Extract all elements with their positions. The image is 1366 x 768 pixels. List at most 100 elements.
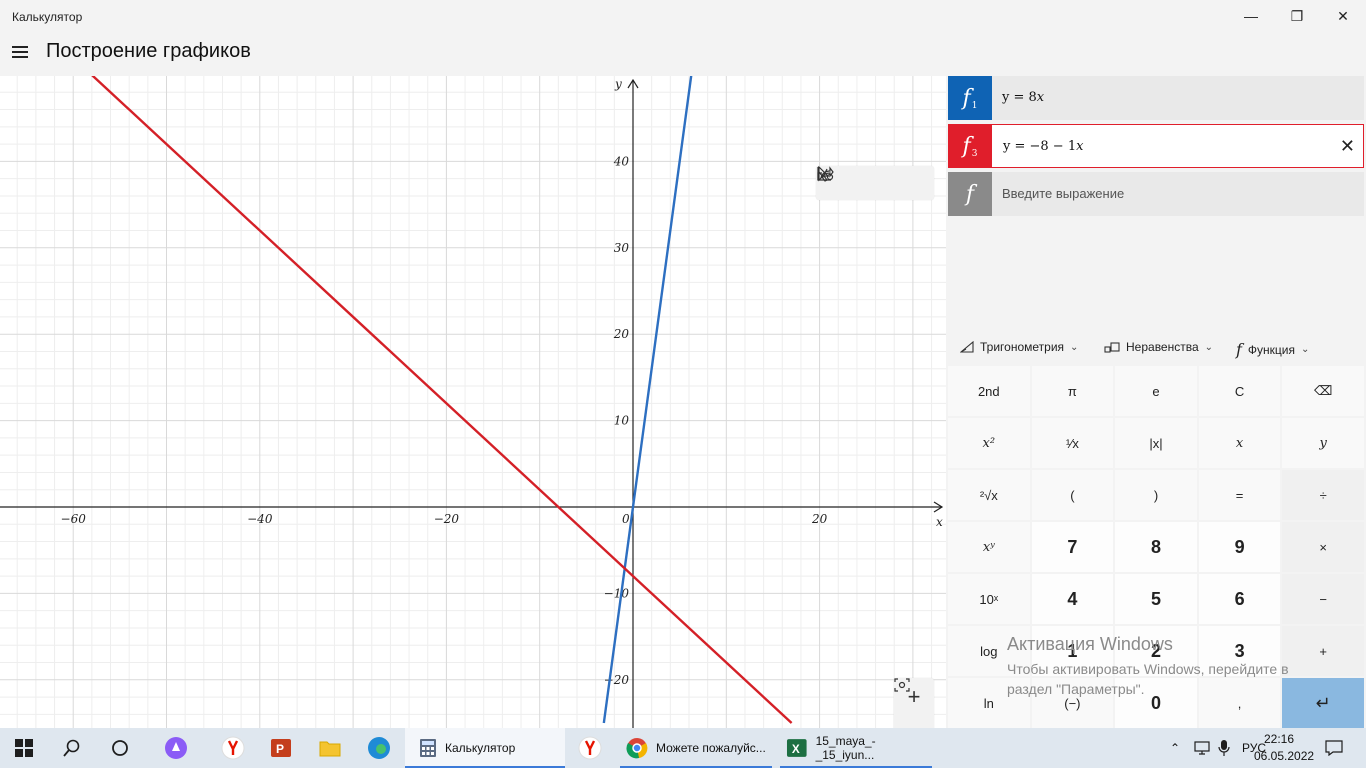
digit-2-key[interactable]: 2 [1115,626,1197,676]
decimal-key[interactable]: , [1198,678,1281,728]
variable-y-key[interactable]: y [1282,418,1364,468]
show-hidden-icons-chevron-up-icon[interactable]: ⌃ [1166,741,1184,755]
y-tick-label: −20 [604,673,630,687]
pi-key[interactable]: π [1031,366,1114,416]
zoom-out-button[interactable]: − [896,718,932,728]
clock-date: 06.05.2022 [1254,749,1315,763]
notifications-icon[interactable] [1320,734,1348,762]
function-row-f3[interactable]: f3 y = −8 − 1x ✕ [948,124,1364,168]
function-row-new[interactable]: f Введите выражение [948,172,1364,216]
function-line-f1 [602,76,693,724]
yandex-browser-icon[interactable] [219,734,247,762]
yandex-browser-icon[interactable] [576,734,604,762]
function-line-f3 [91,76,793,724]
digit-7-key[interactable]: 7 [1031,522,1114,572]
digit-6-key[interactable]: 6 [1198,574,1281,624]
euler-key[interactable]: e [1115,366,1197,416]
clock-time: 22:16 [1263,732,1295,746]
function-label: Функция [1247,342,1295,357]
restore-button[interactable]: ❐ [1274,0,1320,32]
subtract-key[interactable]: − [1282,574,1364,624]
digit-9-key[interactable]: 9 [1198,522,1281,572]
y-tick-label: −10 [604,586,630,600]
microphone-icon[interactable] [1218,739,1230,757]
backspace-icon[interactable]: ⌫ [1282,366,1364,416]
function-row-f1[interactable]: f1 y = 8x [948,76,1364,120]
digit-1-key[interactable]: 1 [1031,626,1114,676]
power-key[interactable]: xʸ [948,522,1030,572]
digit-5-key[interactable]: 5 [1115,574,1197,624]
chevron-down-icon: ⌄ [1204,341,1214,353]
task-view-icon[interactable] [106,734,134,762]
graph-toolbar [816,166,934,200]
divide-key[interactable]: ÷ [1282,470,1364,520]
equals-key[interactable]: = [1198,470,1281,520]
function-badge-index: 1 [971,101,978,111]
ln-key[interactable]: ln [948,678,1030,728]
function-badge-letter: f [962,133,971,159]
graph-settings-icon[interactable] [817,167,931,198]
close-button[interactable]: ✕ [1320,0,1366,32]
functions-panel: f1 y = 8x f3 y = −8 − 1x ✕ f Введите выр… [946,76,1366,728]
digit-3-key[interactable]: 3 [1198,626,1281,676]
log-key[interactable]: log [948,626,1030,676]
add-key[interactable]: + [1282,626,1364,676]
inequalities-menu[interactable]: Неравенства ⌄ [1104,340,1213,354]
root-key[interactable]: ²√x [948,470,1030,520]
second-function-key[interactable]: 2nd [948,366,1030,416]
network-icon[interactable] [1194,740,1210,756]
minimize-button[interactable]: — [1228,0,1274,32]
taskbar-app-label: Можете пожалуйс... [656,741,766,755]
function-menu[interactable]: f Функция ⌄ [1236,340,1309,359]
graph-canvas[interactable]: −60 −40 −20 0 20 40 30 20 10 −10 −20 x y + − [0,76,946,728]
alice-assistant-icon[interactable] [162,734,190,762]
inequalities-label: Неравенства [1126,340,1199,354]
open-paren-key[interactable]: ( [1031,470,1114,520]
taskbar-app-chrome[interactable]: Можете пожалуйс... [620,728,772,768]
function-icon: f [1236,340,1242,359]
function-color-badge[interactable]: f3 [948,124,992,168]
negate-key[interactable]: (−) [1031,678,1114,728]
absolute-value-key[interactable]: |x| [1115,418,1197,468]
triangle-icon [960,341,974,353]
enter-key[interactable]: ↵ [1282,678,1364,728]
remove-function-icon[interactable]: ✕ [1340,136,1355,157]
system-tray: ⌃ РУС [1166,728,1266,768]
digit-0-key[interactable]: 0 [1115,678,1197,728]
reciprocal-key[interactable]: ¹⁄x [1031,418,1114,468]
windows-start-icon[interactable] [10,734,38,762]
hamburger-menu-icon[interactable] [8,40,32,64]
edge-browser-icon[interactable] [365,734,393,762]
search-icon[interactable] [58,734,86,762]
square-key[interactable]: x² [948,418,1030,468]
taskbar-app-excel[interactable]: X 15_maya_-_15_iyun... [780,728,932,768]
expression-variable: x [1076,139,1084,154]
clock[interactable]: 22:16 06.05.2022 [1254,731,1315,765]
taskbar-app-label: Калькулятор [445,741,516,755]
digit-4-key[interactable]: 4 [1031,574,1114,624]
chrome-icon [626,738,648,759]
trigonometry-menu[interactable]: Тригонометрия ⌄ [960,340,1078,354]
share-icon[interactable] [817,166,892,198]
function-expression-input[interactable]: y = −8 − 1x [1003,139,1083,154]
multiply-key[interactable]: × [1282,522,1364,572]
function-badge-letter: f [962,85,971,111]
excel-icon: X [786,739,807,757]
function-color-badge[interactable]: f1 [948,76,992,120]
close-paren-key[interactable]: ) [1115,470,1197,520]
powerpoint-icon[interactable]: P [267,734,295,762]
zoom-controls: + − [894,678,934,728]
expression-text: y = 8 [1002,90,1037,105]
file-explorer-icon[interactable] [316,734,344,762]
clear-key[interactable]: C [1198,366,1281,416]
ten-power-key[interactable]: 10ˣ [948,574,1030,624]
taskbar-app-calculator[interactable]: Калькулятор [405,728,565,768]
app-header: Построение графиков [0,32,1366,76]
variable-x-key[interactable]: x [1198,418,1281,468]
function-badge-index: 3 [971,149,978,159]
expression-input-placeholder[interactable]: Введите выражение [1002,186,1124,201]
function-expression[interactable]: y = 8x [1002,90,1044,105]
taskbar-app-label: 15_maya_-_15_iyun... [815,734,876,762]
svg-text:P: P [276,742,284,756]
digit-8-key[interactable]: 8 [1115,522,1197,572]
